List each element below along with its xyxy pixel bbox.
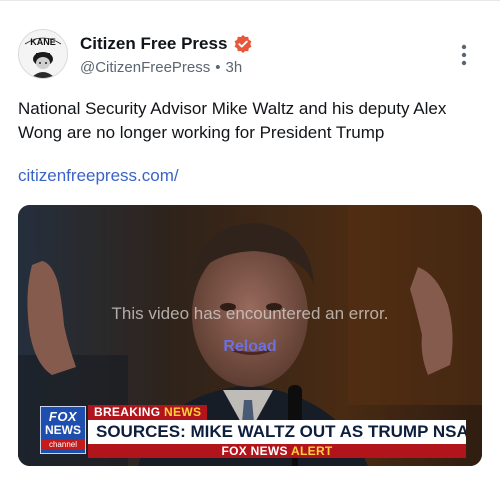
timestamp[interactable]: 3h [226,59,243,76]
avatar-label: KANE [30,37,56,47]
chyron-headline: SOURCES: MIKE WALTZ OUT AS TRUMP NSA [88,420,466,444]
separator-dot: • [215,59,221,76]
video-player[interactable]: This video has encountered an error. Rel… [18,205,482,466]
post-text: National Security Advisor Mike Waltz and… [18,99,447,142]
reload-button[interactable]: Reload [18,338,482,356]
avatar[interactable]: KANE [18,29,68,79]
video-error-message: This video has encountered an error. [111,304,389,323]
fox-news-logo: FOX NEWS channel [40,406,86,454]
avatar-image: KANE [19,30,67,78]
post-card: KANE Citizen Free Press @CitizenFreePres… [0,0,500,481]
verified-badge-icon [233,34,253,54]
more-vertical-icon[interactable] [454,41,474,69]
breaking-news-label: BREAKING NEWS [88,405,208,420]
author-info: Citizen Free Press @CitizenFreePress • 3… [80,32,253,76]
display-name[interactable]: Citizen Free Press [80,34,227,54]
handle[interactable]: @CitizenFreePress [80,59,210,76]
news-chyron: FOX NEWS channel BREAKING NEWS SOURCES: … [18,398,482,466]
chyron-alert: FOX NEWS ALERT [88,444,466,458]
post-header: KANE Citizen Free Press @CitizenFreePres… [18,29,482,79]
post-link[interactable]: citizenfreepress.com/ [18,164,179,188]
